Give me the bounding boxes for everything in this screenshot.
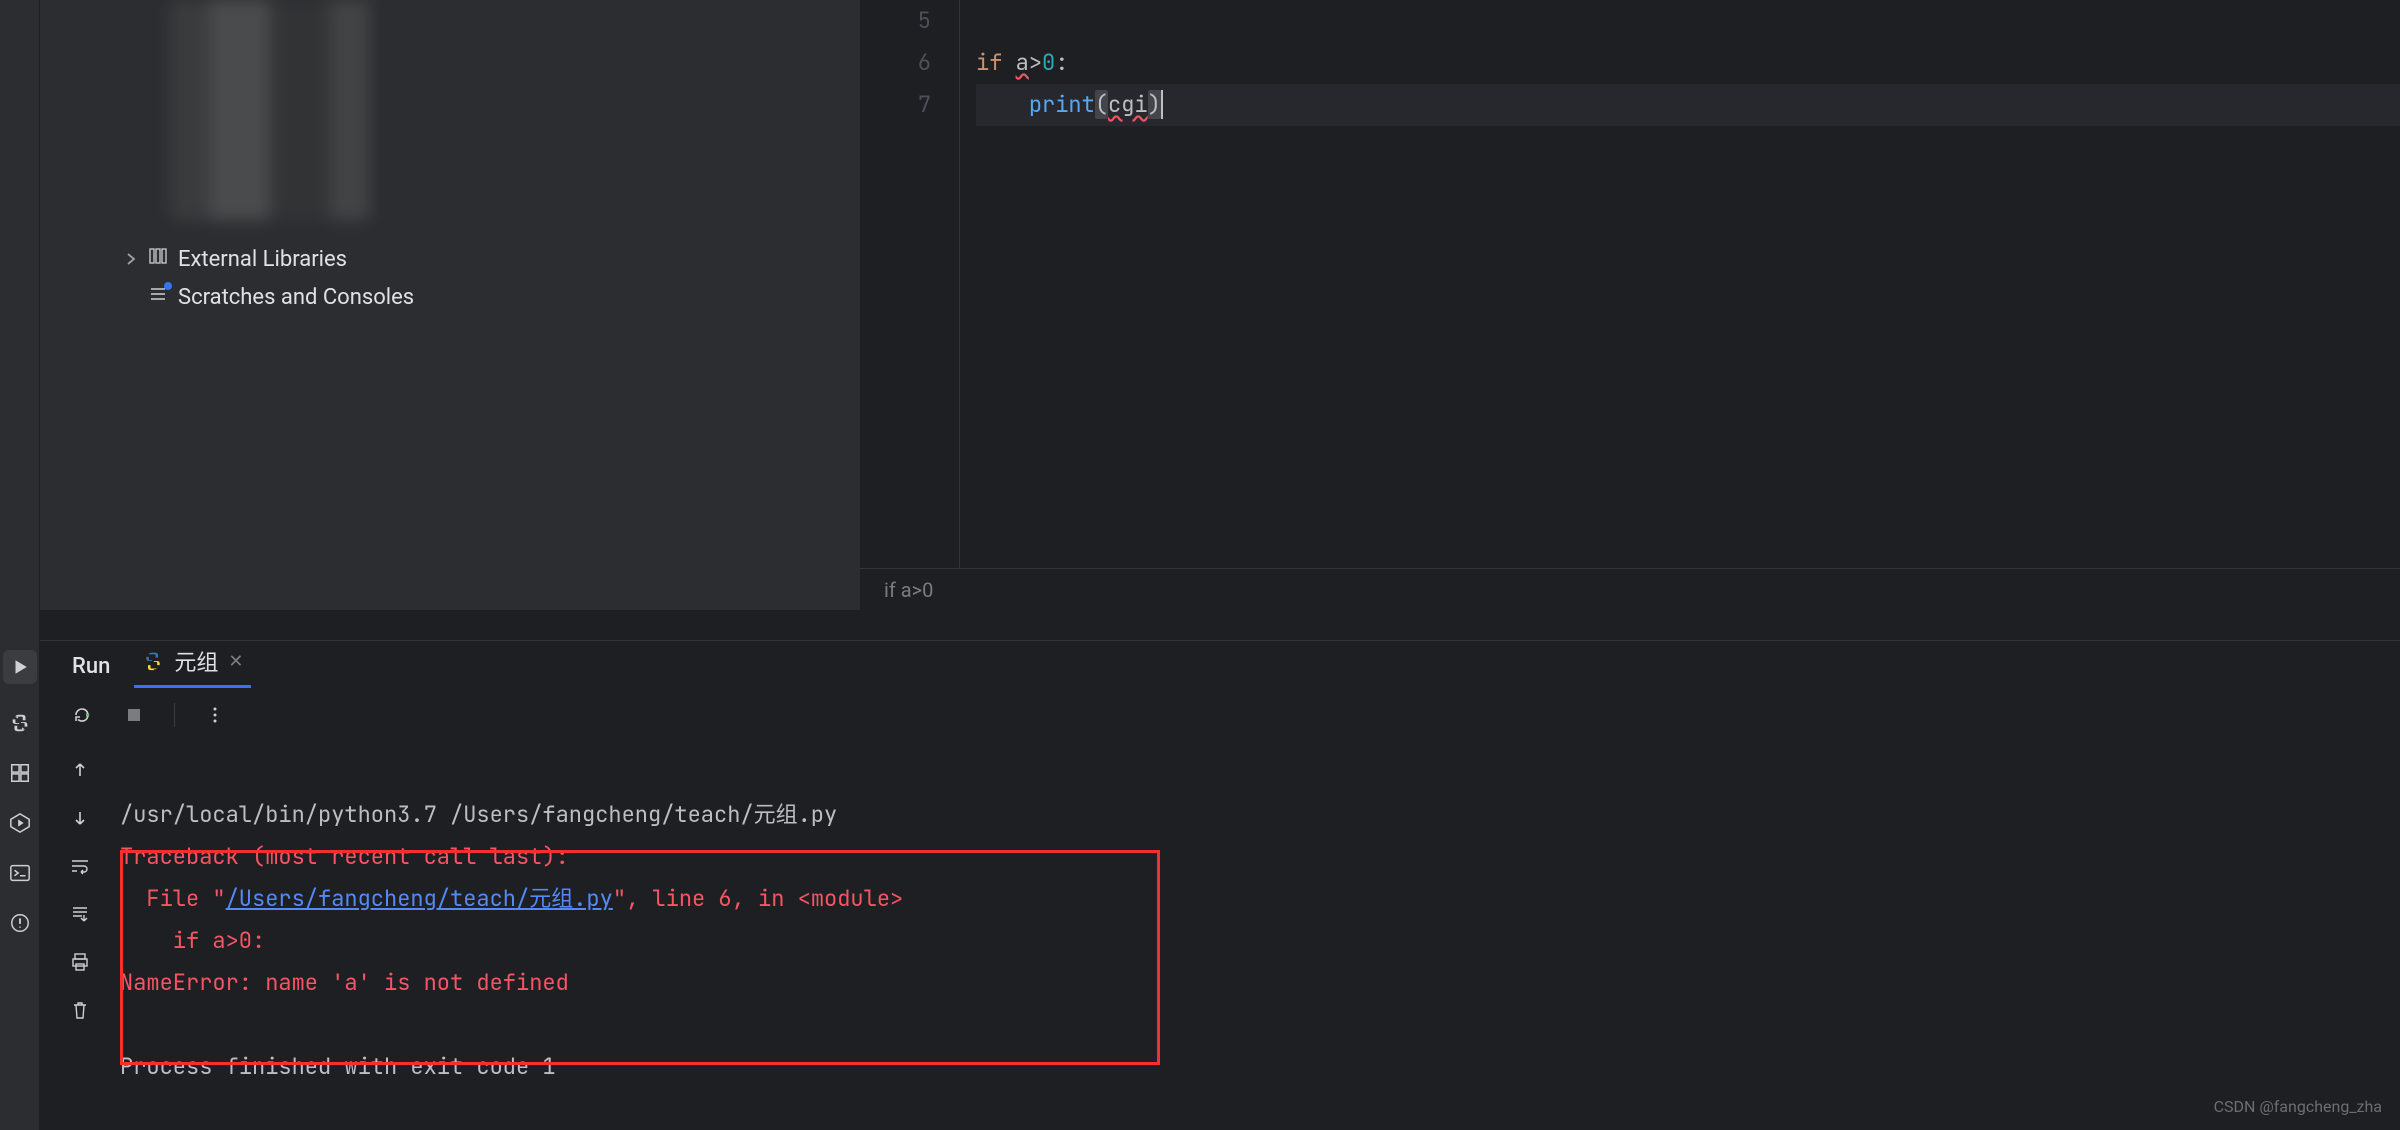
run-tool-window: Run 元组 ✕ /usr/local/bin/python [40, 640, 2400, 1130]
stop-button[interactable] [122, 703, 146, 727]
terminal-icon[interactable] [9, 862, 31, 884]
line-number: 6 [860, 42, 931, 84]
more-actions-icon[interactable] [203, 703, 227, 727]
watermark: CSDN @fangcheng_zha [2214, 1097, 2382, 1116]
console-line: File "/Users/fangcheng/teach/元组.py", lin… [120, 884, 903, 913]
print-icon[interactable] [68, 950, 92, 974]
python-file-icon [142, 650, 164, 672]
run-panel-header: Run 元组 ✕ [40, 641, 2400, 692]
run-tab-label: 元组 [174, 645, 218, 677]
scroll-down-icon[interactable] [68, 806, 92, 830]
tree-item-label: Scratches and Consoles [178, 285, 414, 310]
tree-item-label: External Libraries [178, 247, 347, 272]
services-icon[interactable] [9, 762, 31, 784]
run-panel-title: Run [72, 654, 110, 679]
close-icon[interactable]: ✕ [228, 651, 243, 672]
project-tree-panel: External Libraries Scratches and Console… [40, 0, 860, 610]
python-console-icon[interactable] [9, 712, 31, 734]
scroll-up-icon[interactable] [68, 758, 92, 782]
console-line: /usr/local/bin/python3.7 /Users/fangchen… [120, 800, 837, 829]
breadcrumb[interactable]: if a>0 [860, 568, 2400, 610]
trash-icon[interactable] [68, 998, 92, 1022]
tree-item-scratches[interactable]: Scratches and Consoles [40, 278, 860, 316]
console-line: NameError: name 'a' is not defined [120, 968, 569, 997]
tree-item-external-libraries[interactable]: External Libraries [40, 240, 860, 278]
debug-icon[interactable] [9, 812, 31, 834]
code-editor: 5 6 7 if a>0: print(cgi) if a>0 [860, 0, 2400, 610]
run-side-toolbar [40, 738, 120, 1130]
run-config-tab[interactable]: 元组 ✕ [134, 645, 251, 688]
chevron-right-icon [124, 252, 138, 266]
soft-wrap-icon[interactable] [68, 854, 92, 878]
console-line: Traceback (most recent call last): [120, 842, 569, 871]
console-output[interactable]: /usr/local/bin/python3.7 /Users/fangchen… [120, 738, 2400, 1130]
blurred-tree-content [170, 0, 370, 220]
console-line: if a>0: [120, 926, 265, 955]
left-tool-rail [0, 0, 40, 1130]
run-toolbar [40, 692, 2400, 738]
traceback-file-link[interactable]: /Users/fangcheng/teach/元组.py [226, 884, 613, 913]
editor-gutter: 5 6 7 [860, 0, 960, 568]
code-content[interactable]: if a>0: print(cgi) [960, 0, 2400, 568]
line-number: 5 [860, 0, 931, 42]
line-number: 7 [860, 84, 931, 126]
library-icon [148, 246, 168, 272]
rerun-button[interactable] [70, 703, 94, 727]
problems-icon[interactable] [9, 912, 31, 934]
scratches-icon [148, 284, 168, 310]
console-line: Process finished with exit code 1 [120, 1052, 556, 1081]
run-tool-button[interactable] [3, 650, 37, 684]
scroll-to-end-icon[interactable] [68, 902, 92, 926]
